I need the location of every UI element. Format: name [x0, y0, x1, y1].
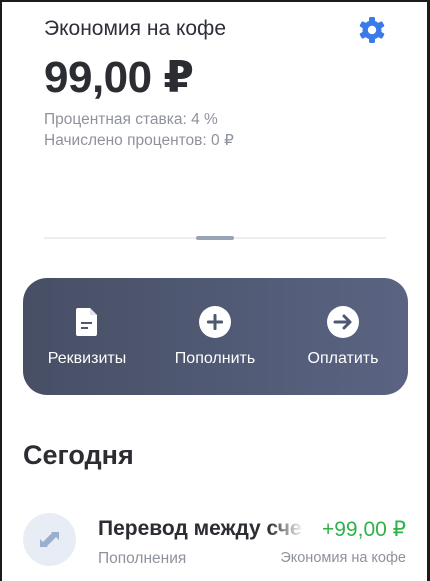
details-button[interactable]: Реквизиты — [23, 278, 151, 395]
plus-circle-icon — [199, 306, 231, 338]
account-title: Экономия на кофе — [44, 17, 227, 40]
gear-icon — [359, 17, 385, 43]
interest-rate: Процентная ставка: 4 % — [44, 111, 218, 128]
section-title-today: Сегодня — [23, 440, 134, 470]
details-label: Реквизиты — [47, 350, 127, 367]
top-up-label: Пополнить — [174, 350, 256, 367]
pay-label: Оплатить — [307, 350, 379, 367]
settings-button[interactable] — [356, 14, 388, 46]
arrow-right-circle-icon — [327, 306, 359, 338]
window-frame-top — [0, 0, 430, 2]
transaction-account: Экономия на кофе — [280, 550, 406, 566]
document-icon — [76, 308, 97, 336]
transaction-row[interactable]: Перевод между счетами Пополнения +99,00 … — [0, 500, 430, 581]
transaction-category: Пополнения — [98, 550, 187, 567]
balance-amount: 99,00 ₽ — [44, 53, 194, 102]
window-frame-left — [0, 0, 2, 581]
top-up-button[interactable]: Пополнить — [151, 278, 279, 395]
accrued-interest: Начислено процентов: 0 ₽ — [44, 132, 234, 149]
transfer-arrows-icon — [40, 532, 59, 547]
transaction-avatar — [23, 513, 76, 566]
title-fade-overlay — [268, 514, 304, 544]
transaction-amount: +99,00 ₽ — [321, 518, 406, 541]
action-panel: Реквизиты Пополнить Оплатить — [23, 278, 408, 395]
page-indicator-active[interactable] — [196, 236, 234, 240]
pay-button[interactable]: Оплатить — [279, 278, 407, 395]
